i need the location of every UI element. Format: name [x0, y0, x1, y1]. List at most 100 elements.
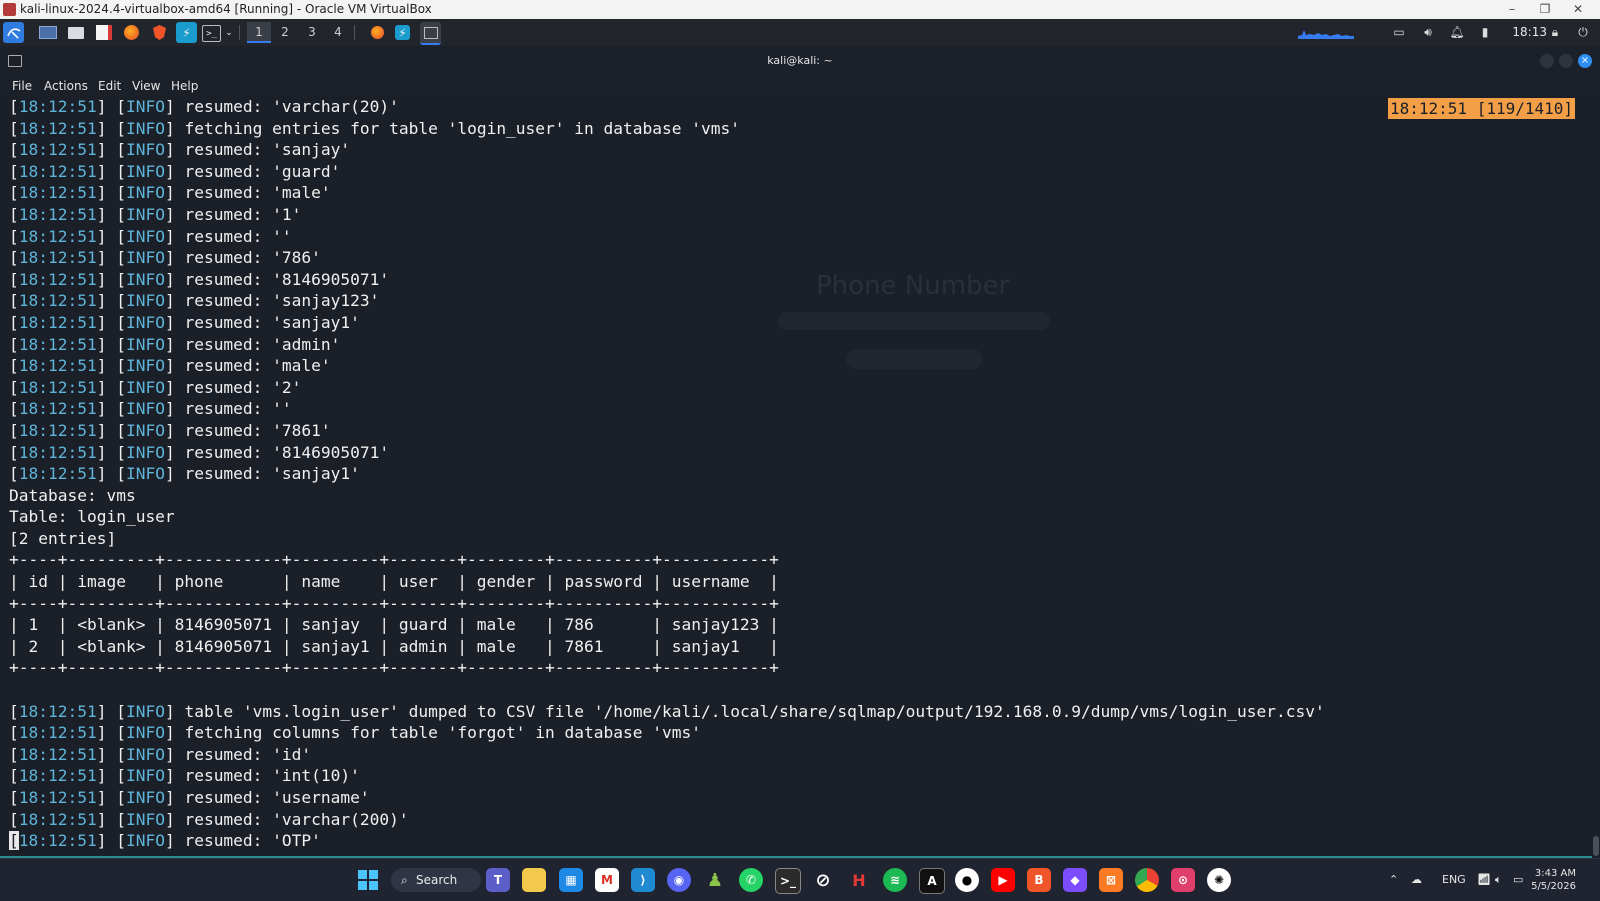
- burp-task-icon[interactable]: ⚡: [395, 25, 410, 40]
- anthropic-icon[interactable]: A: [919, 868, 945, 894]
- database-line: Database: vms: [9, 485, 136, 505]
- obsidian-icon[interactable]: ◆: [1063, 868, 1087, 892]
- terminal-output[interactable]: Phone Number [18:12:51] [INFO] resumed: …: [0, 96, 1592, 858]
- log-message: resumed: 'id': [184, 744, 312, 764]
- log-message: resumed: '': [184, 399, 292, 419]
- taskbar-clock[interactable]: 3:43 AM 5/5/2026: [1531, 867, 1576, 893]
- log-message: resumed: '8146905071': [184, 442, 390, 462]
- text-editor-icon[interactable]: [93, 22, 114, 43]
- panel-separator: [354, 25, 355, 40]
- windows-start-icon[interactable]: [356, 868, 380, 892]
- kali-menu-icon[interactable]: [3, 22, 24, 43]
- gmail-icon[interactable]: M: [595, 868, 619, 892]
- menu-file[interactable]: File: [12, 76, 32, 96]
- log-timestamp: 18:12:51: [18, 723, 97, 743]
- discord-icon[interactable]: ◉: [667, 868, 691, 892]
- menu-actions[interactable]: Actions: [44, 76, 88, 96]
- file-manager-icon[interactable]: [65, 22, 86, 43]
- log-level: INFO: [125, 442, 165, 462]
- display-icon[interactable]: ▭: [1390, 23, 1408, 41]
- menu-view[interactable]: View: [132, 76, 160, 96]
- notion-like-icon[interactable]: ⊘: [811, 868, 835, 892]
- log-message: resumed: 'admin': [184, 334, 341, 354]
- log-level: INFO: [125, 204, 165, 224]
- terminal-app-icon[interactable]: >_: [775, 868, 801, 894]
- close-button[interactable]: ✕: [1563, 0, 1593, 19]
- log-timestamp: 18:12:51: [18, 118, 97, 138]
- terminal-scrollbar[interactable]: [1592, 96, 1600, 858]
- hackthebox-icon[interactable]: H: [847, 868, 871, 892]
- chrome-icon[interactable]: [1135, 868, 1159, 892]
- speaker-icon[interactable]: 🔈︎: [1495, 859, 1502, 901]
- log-timestamp: 18:12:51: [18, 420, 97, 440]
- log-line: [18:12:51] [INFO] resumed: 'sanjay': [9, 140, 351, 160]
- workspace-2[interactable]: 2: [273, 22, 297, 43]
- table-row: | 2 | <blank> | 8146905071 | sanjay1 | a…: [9, 636, 779, 656]
- screen-recorder-icon[interactable]: ⊙: [1171, 868, 1195, 892]
- scrollbar-thumb[interactable]: [1593, 836, 1599, 856]
- terminal-lines: [18:12:51] [INFO] resumed: 'varchar(20)'…: [9, 96, 1325, 852]
- log-timestamp: 18:12:51: [18, 248, 97, 268]
- log-level: INFO: [125, 334, 165, 354]
- onedrive-cloud-icon[interactable]: ☁: [1411, 859, 1422, 901]
- workspace-1[interactable]: 1: [247, 22, 271, 43]
- whatsapp-icon[interactable]: ✆: [739, 868, 763, 892]
- log-timestamp: 18:12:51: [18, 97, 97, 116]
- log-timestamp: 18:12:51: [18, 788, 97, 807]
- youtube-icon[interactable]: ▶: [991, 868, 1015, 892]
- log-level: INFO: [125, 118, 165, 138]
- brave-icon[interactable]: B: [1027, 868, 1051, 892]
- file-explorer-icon[interactable]: [522, 868, 546, 892]
- minimize-window-button[interactable]: [1540, 54, 1554, 68]
- show-desktop-icon[interactable]: [37, 22, 58, 43]
- log-line: [18:12:51] [INFO] resumed: 'int(10)': [9, 766, 360, 786]
- xampp-icon[interactable]: ⊠: [1099, 868, 1123, 892]
- log-message: resumed: 'sanjay1': [184, 464, 360, 484]
- maximize-window-button[interactable]: [1559, 54, 1573, 68]
- vscode-icon[interactable]: ⟩: [631, 868, 655, 892]
- windows-taskbar: ⌕ Search T ▦ M ⟩ ◉ ♟ ✆ >_ ⊘ H ≋ A ● ▶ B …: [0, 858, 1600, 901]
- battery-charging-icon[interactable]: ▭: [1513, 859, 1523, 901]
- github-icon[interactable]: ●: [955, 868, 979, 892]
- panel-clock[interactable]: 18:13: [1512, 19, 1547, 46]
- lock-screen-icon[interactable]: 🔒︎: [1546, 23, 1564, 41]
- volume-icon[interactable]: 🔊︎: [1419, 23, 1437, 41]
- log-timestamp: 18:12:51: [18, 204, 97, 224]
- firefox-task-icon[interactable]: [367, 22, 388, 43]
- teams-icon[interactable]: T: [486, 868, 510, 892]
- spotify-icon[interactable]: ≋: [883, 868, 907, 892]
- minimize-button[interactable]: –: [1497, 0, 1527, 19]
- chevron-down-icon[interactable]: ⌄: [223, 22, 235, 43]
- log-line: [18:12:51] [INFO] resumed: '7861': [9, 420, 331, 440]
- wifi-icon[interactable]: 📶︎: [1477, 859, 1491, 901]
- workspace-3[interactable]: 3: [300, 22, 324, 43]
- power-icon[interactable]: ⏻: [1574, 23, 1592, 41]
- log-line: [18:12:51] [INFO] resumed: '8146905071': [9, 269, 390, 289]
- notification-bell-icon[interactable]: 🔔︎: [1448, 23, 1466, 41]
- firefox-icon[interactable]: [121, 22, 142, 43]
- burp-lightning-icon[interactable]: ⚡: [176, 22, 197, 43]
- battery-icon[interactable]: ▮: [1476, 23, 1494, 41]
- log-level: INFO: [125, 356, 165, 376]
- log-line: [18:12:51] [INFO] resumed: '8146905071': [9, 442, 390, 462]
- menu-edit[interactable]: Edit: [98, 76, 121, 96]
- brave-browser-icon[interactable]: [149, 22, 170, 43]
- log-level: INFO: [125, 312, 165, 332]
- log-level: INFO: [125, 399, 165, 419]
- log-timestamp: 18:12:51: [18, 226, 97, 246]
- chess-icon[interactable]: ♟: [703, 868, 727, 892]
- restore-button[interactable]: ❐: [1530, 0, 1560, 19]
- tray-chevron-up-icon[interactable]: ⌃: [1389, 859, 1398, 901]
- chatgpt-icon[interactable]: ✺: [1207, 868, 1231, 892]
- close-window-button[interactable]: ×: [1578, 54, 1592, 68]
- menu-help[interactable]: Help: [171, 76, 198, 96]
- ms-store-icon[interactable]: ▦: [559, 868, 583, 892]
- terminal-launcher-icon[interactable]: >_: [202, 25, 221, 42]
- search-match-badge: 18:12:51 [119/1410]: [1388, 98, 1576, 119]
- log-level: INFO: [125, 744, 165, 764]
- language-indicator[interactable]: ENG: [1442, 859, 1466, 901]
- taskbar-search[interactable]: ⌕ Search: [391, 868, 481, 892]
- virtualbox-title-bar: kali-linux-2024.4-virtualbox-amd64 [Runn…: [0, 0, 1600, 19]
- workspace-4[interactable]: 4: [326, 22, 350, 43]
- terminal-task-icon[interactable]: [420, 22, 441, 45]
